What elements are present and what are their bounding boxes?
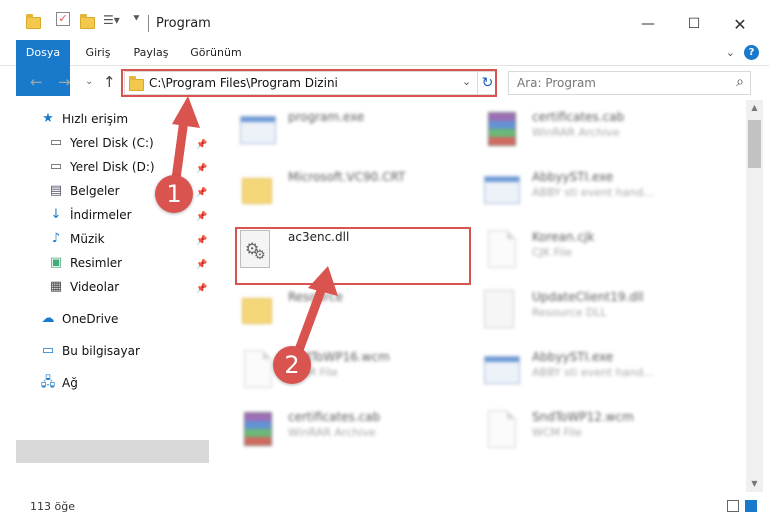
drive-icon: ▭ [49,135,63,150]
address-path: C:\Program Files\Program Dizini [149,76,338,90]
file-item-ac3enc-dll[interactable]: ⚙ ⚙ ac3enc.dll [236,224,476,280]
download-icon: ↓ [50,207,62,222]
search-placeholder: Ara: Program [517,76,596,90]
file-icon [244,350,272,388]
dll-gear-icon: ⚙ ⚙ [240,230,270,268]
network-icon: 🖧 [40,375,56,390]
file-item[interactable]: program.exe [236,104,476,160]
application-icon [484,176,520,204]
archive-icon [488,112,516,146]
item-count: 113 öğe [30,500,75,513]
file-item[interactable]: AbbyySTI.exe ABBY sti event hand... [480,344,720,400]
file-item[interactable]: Korean.cjk CJK File [480,224,720,280]
ribbon-tabs: Dosya Giriş Paylaş Görünüm ⌄ ? [0,40,769,96]
computer-icon: ▭ [41,343,55,358]
minimize-button[interactable]: — [625,9,671,39]
forward-arrow-icon[interactable]: → [58,73,71,91]
file-item[interactable]: Resource [236,284,476,340]
selected-item-background [16,440,209,463]
tab-home[interactable]: Giriş [78,40,118,65]
pin-icon[interactable]: 📌 [196,236,207,246]
quick-access-dropdown-icon[interactable]: ⯆ [132,12,141,30]
back-arrow-icon[interactable]: ← [30,73,43,91]
pin-icon[interactable]: 📌 [196,140,207,150]
document-icon: ▤ [49,183,63,198]
tab-share[interactable]: Paylaş [126,40,176,65]
scroll-up-icon[interactable]: ▲ [746,100,763,116]
help-icon[interactable]: ? [744,45,759,60]
cloud-icon: ☁ [41,311,55,326]
file-item[interactable]: UpdateClient19.dll Resource DLL [480,284,720,340]
up-arrow-icon[interactable]: ↑ [103,73,116,91]
maximize-button[interactable]: ☐ [671,9,717,39]
refresh-icon[interactable]: ↻ [477,72,497,94]
status-bar: 113 öğe [0,492,769,531]
file-item[interactable]: certificates.cab WinRAR Archive [480,104,720,160]
pin-icon[interactable]: 📌 [196,260,207,270]
scroll-down-icon[interactable]: ▼ [746,476,763,492]
folder-icon [242,178,272,204]
details-view-icon[interactable] [727,500,739,512]
search-input[interactable]: Ara: Program ⌕ [508,71,751,95]
customize-icon[interactable]: ☰▾ [103,13,120,31]
file-icon [488,410,516,448]
file-item[interactable]: Microsoft.VC90.CRT [236,164,476,220]
search-icon: ⌕ [736,74,744,90]
pin-icon[interactable]: 📌 [196,212,207,222]
chevron-down-icon[interactable]: ⌄ [462,75,471,88]
title-bar: ✓ ☰▾ ⯆ Program — ☐ ✕ [0,0,769,40]
pin-icon[interactable]: 📌 [196,284,207,294]
dll-icon [484,290,514,328]
tab-view[interactable]: Görünüm [184,40,248,65]
file-list: program.exe certificates.cab WinRAR Arch… [210,100,746,492]
file-item[interactable]: AbbyySTI.exe ABBY sti event hand... [480,164,720,220]
video-icon: ▦ [49,279,63,294]
close-button[interactable]: ✕ [717,9,763,39]
recent-dropdown-icon[interactable]: ⌄ [85,76,93,87]
scroll-thumb[interactable] [748,120,761,168]
application-icon [484,356,520,384]
navigation-pane: ★ Hızlı erişim ▭ Yerel Disk (C:) ▭ Yerel… [0,100,210,492]
file-item[interactable]: certificates.cab WinRAR Archive [236,404,476,460]
archive-icon [244,412,272,446]
file-icon [488,230,516,268]
pin-icon[interactable]: 📌 [196,164,207,174]
pin-icon[interactable]: 📌 [196,188,207,198]
chevron-down-icon[interactable]: ⌄ [726,46,735,59]
window-title: Program [156,16,211,31]
application-icon [240,116,276,144]
file-item[interactable]: SndToWP12.wcm WCM File [480,404,720,460]
file-item[interactable]: SndToWP16.wcm WCM File [236,344,476,400]
drive-icon: ▭ [49,159,63,174]
folder-icon [242,298,272,324]
properties-icon[interactable]: ✓ [56,12,70,26]
music-icon: ♪ [51,231,61,246]
step-badge-2: 2 [273,346,311,384]
picture-icon: ▣ [49,255,63,270]
navigation-bar: ← → ⌄ ↑ C:\Program Files\Program Dizini … [0,67,769,99]
star-icon: ★ [42,111,54,126]
step-badge-1: 1 [155,175,193,213]
large-icons-view-icon[interactable] [745,500,757,512]
address-bar[interactable]: C:\Program Files\Program Dizini ⌄ ↻ [124,71,497,95]
vertical-scrollbar[interactable]: ▲ ▼ [746,100,763,492]
